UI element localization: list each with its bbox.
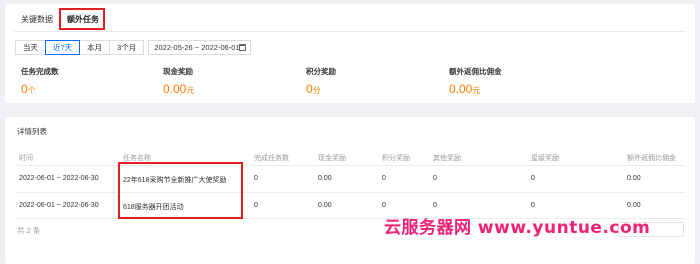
stat-unit: 个 <box>27 86 36 95</box>
table-row: 2022-06-01 ~ 2022-06-30 22年618采购节全新推广大使奖… <box>15 166 685 191</box>
detail-card: 详情列表 时间 任务名称 完成任务数 现金奖励 积分奖励 其他奖励 星级奖励 额… <box>5 117 695 264</box>
date-range-picker[interactable]: 2022-05-26 ~ 2022-06-01 <box>148 40 252 55</box>
table-cell: 0 <box>531 202 535 209</box>
stat-unit: 元 <box>472 86 481 95</box>
table-cell: 0 <box>531 175 535 182</box>
stat-cash-reward: 现金奖励 0.00元 <box>163 66 313 96</box>
stat-unit: 元 <box>186 86 195 95</box>
table-header: 时间 任务名称 完成任务数 现金奖励 积分奖励 其他奖励 星级奖励 额外返佣比佣… <box>15 153 685 165</box>
table-cell: 0 <box>254 202 258 209</box>
highlight-box-tab <box>59 8 105 30</box>
table-cell: 2022-06-01 ~ 2022-06-30 <box>19 202 99 209</box>
stat-task-count: 任务完成数 0个 <box>21 66 171 96</box>
column-header: 现金奖励 <box>318 155 346 162</box>
range-month-button[interactable]: 本月 <box>79 40 111 55</box>
calendar-icon <box>239 44 247 51</box>
summary-card: 关键数据 额外任务 当天 近7天 本月 3个月 2022-05-26 ~ 202… <box>5 4 695 103</box>
table-cell: 0.00 <box>627 175 641 182</box>
watermark-text: 云服务器网 www.yuntue.com <box>384 218 651 238</box>
table-cell: 0.00 <box>318 175 332 182</box>
tab-divider <box>14 31 686 32</box>
stat-value: 0 <box>306 82 313 96</box>
column-header: 额外返佣比佣金 <box>627 155 676 162</box>
table-cell: 0.00 <box>627 202 641 209</box>
table-cell: 0.00 <box>318 202 332 209</box>
tab-key-data[interactable]: 关键数据 <box>14 10 60 30</box>
column-header: 时间 <box>19 155 33 162</box>
stat-value: 0 <box>21 82 28 96</box>
table-cell: 0 <box>433 202 437 209</box>
stat-label: 额外返佣比佣金 <box>449 67 502 76</box>
stat-label: 现金奖励 <box>163 67 193 76</box>
stat-unit: 分 <box>312 86 321 95</box>
range-7days-button[interactable]: 近7天 <box>45 40 81 55</box>
range-today-button[interactable]: 当天 <box>15 40 46 55</box>
range-3months-button[interactable]: 3个月 <box>109 40 145 55</box>
stat-extra-commission: 额外返佣比佣金 0.00元 <box>449 66 599 96</box>
stat-label: 任务完成数 <box>21 67 59 76</box>
stat-value: 0.00 <box>163 82 187 96</box>
date-range-value: 2022-05-26 ~ 2022-06-01 <box>154 43 240 52</box>
stat-label: 积分奖励 <box>306 67 336 76</box>
column-header: 积分奖励 <box>382 155 410 162</box>
table-cell: 2022-06-01 ~ 2022-06-30 <box>19 175 99 182</box>
stat-points-reward: 积分奖励 0分 <box>306 66 456 96</box>
date-range-selector: 当天 近7天 本月 3个月 2022-05-26 ~ 2022-06-01 <box>15 40 252 55</box>
detail-list-title: 详情列表 <box>17 127 47 136</box>
table-cell: 0 <box>382 202 386 209</box>
column-header: 星级奖励 <box>531 155 559 162</box>
total-count: 共 2 条 <box>17 226 41 235</box>
highlight-box-task-names <box>118 162 243 219</box>
stat-value: 0.00 <box>449 82 473 96</box>
table-cell: 0 <box>433 175 437 182</box>
table-cell: 0 <box>382 175 386 182</box>
table-cell: 0 <box>254 175 258 182</box>
column-header: 其他奖励 <box>433 155 461 162</box>
column-header: 完成任务数 <box>254 155 289 162</box>
